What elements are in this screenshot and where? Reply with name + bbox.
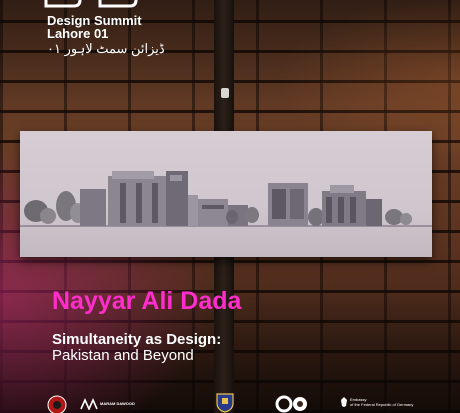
building-elevation-drawing xyxy=(20,171,432,227)
german-eagle-icon xyxy=(341,397,347,407)
event-poster: Design Summit Lahore 01 ڈیزائن سمٹ لاہور… xyxy=(0,0,460,413)
architecture-drawing-board xyxy=(20,131,432,257)
sponsor-seal-icon xyxy=(47,395,67,413)
speaker-name: Nayyar Ali Dada xyxy=(52,287,242,315)
summit-logo-icon xyxy=(44,0,138,8)
sponsor-germany-line2: of the Federal Republic of Germany xyxy=(350,402,414,407)
university-crest-icon xyxy=(216,393,234,413)
event-name-urdu: ڈیزائن سمٹ لاہور ۰۱ xyxy=(47,41,165,56)
maram-dawood-logo-icon xyxy=(80,398,98,410)
sponsor-maram-dawood: MARAM DAWOOD xyxy=(100,401,135,406)
sponsor-strip: MARAM DAWOOD Embassy of the Federal Repu… xyxy=(0,392,460,413)
talk-subtitle: Pakistan and Beyond xyxy=(52,347,194,364)
pole-light xyxy=(221,88,229,98)
partner-logo-icon xyxy=(275,395,307,413)
event-edition: Lahore 01 xyxy=(47,26,109,41)
talk-title: Simultaneity as Design: xyxy=(52,331,222,348)
